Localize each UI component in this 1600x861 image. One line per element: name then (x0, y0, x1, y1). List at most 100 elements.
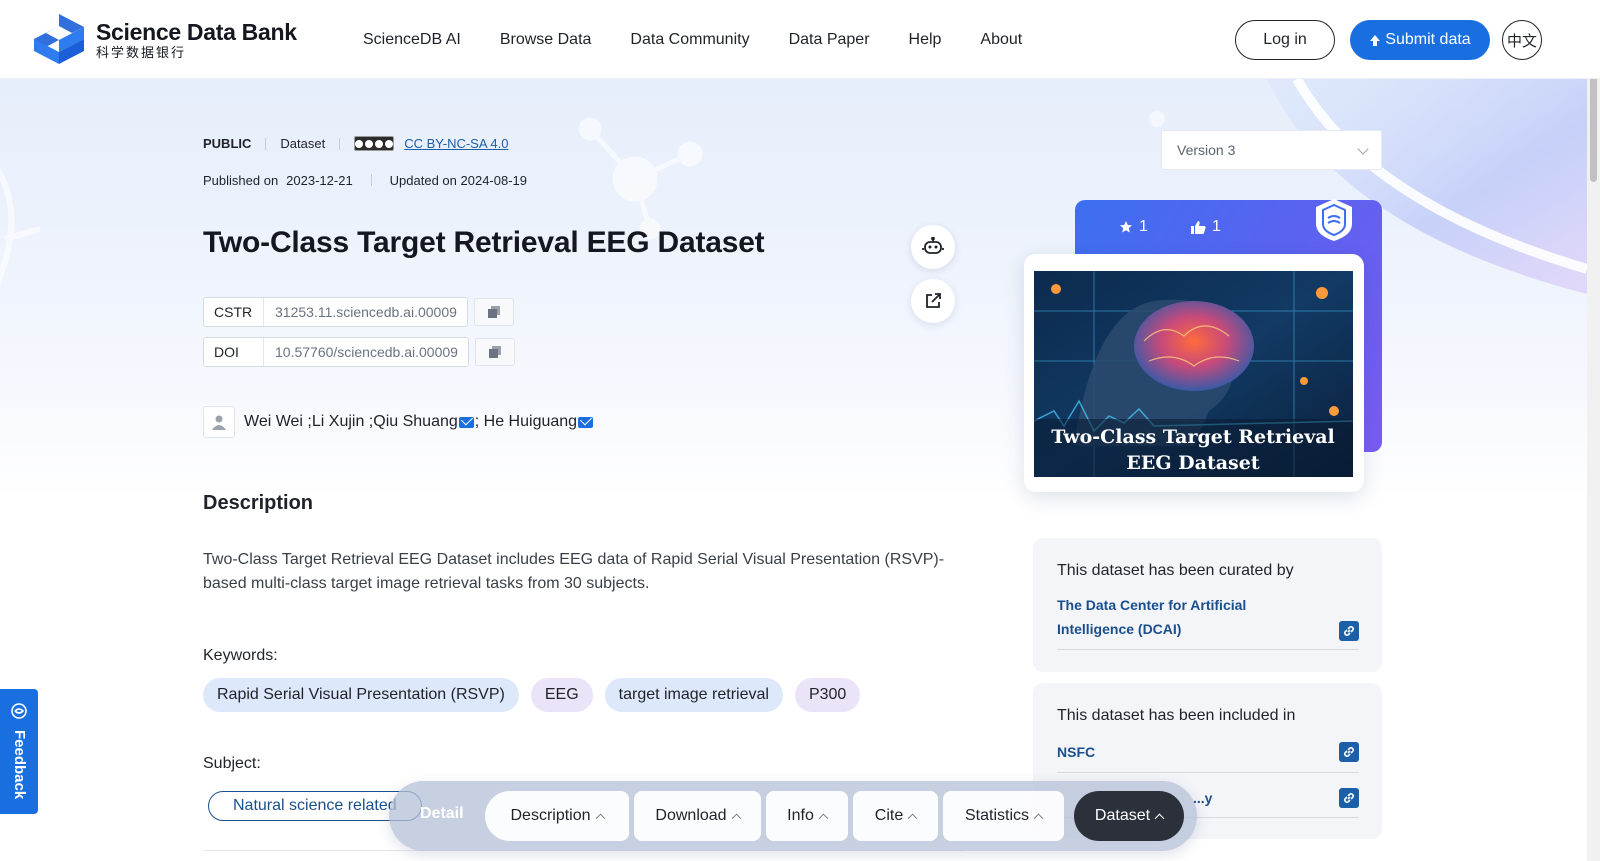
link-icon[interactable] (1339, 788, 1359, 808)
thumbs-up-icon (1191, 221, 1206, 234)
tab-dataset[interactable]: Dataset (1074, 791, 1184, 841)
dna-decoration (0, 168, 41, 285)
cstr-label: CSTR (204, 298, 264, 326)
cc-license-icon (354, 136, 395, 151)
tab-download[interactable]: Download (634, 791, 761, 841)
included-link-nsfc[interactable]: NSFC (1057, 740, 1095, 764)
curated-by-card: This dataset has been curated by The Dat… (1033, 538, 1382, 672)
copy-doi-button[interactable] (474, 338, 515, 366)
nav-data-paper[interactable]: Data Paper (789, 31, 870, 49)
author-name[interactable]: ; He Huiguang (475, 413, 577, 431)
author-name[interactable]: Qiu Shuang (373, 413, 458, 431)
link-icon[interactable] (1339, 742, 1359, 762)
curator-link[interactable]: The Data Center for Artificial Intellige… (1057, 593, 1327, 641)
star-count[interactable]: 1 (1119, 218, 1148, 236)
nav-about[interactable]: About (980, 31, 1022, 49)
copy-cstr-button[interactable] (473, 298, 514, 326)
feedback-icon (11, 703, 27, 719)
divider (1057, 772, 1359, 773)
submit-data-button[interactable]: Submit data (1350, 20, 1490, 60)
tab-label: Cite (874, 807, 904, 824)
like-count[interactable]: 1 (1191, 218, 1221, 236)
author-list: Wei Wei ; Li Xujin ; Qiu Shuang ; He Hui… (203, 406, 594, 438)
visibility-label: PUBLIC (203, 136, 252, 151)
dataset-cover-image[interactable]: Two-Class Target Retrieval EEG Dataset (1034, 271, 1353, 477)
tab-label: Download (655, 807, 727, 824)
published-date: 2023-12-21 (286, 173, 353, 188)
curated-heading: This dataset has been curated by (1057, 562, 1294, 579)
chevron-up-icon (1154, 813, 1165, 823)
main-nav: ScienceDB AI Browse Data Data Community … (363, 0, 1022, 79)
copy-icon (488, 346, 501, 358)
cover-caption-line-2: EEG Dataset (1126, 452, 1259, 474)
tab-label: Description (510, 807, 591, 824)
keywords-label: Keywords: (203, 647, 278, 664)
divider (339, 137, 341, 150)
chevron-up-icon (907, 813, 918, 823)
site-header: Science Data Bank 科学数据银行 ScienceDB AI Br… (0, 0, 1600, 79)
nav-sciencedb-ai[interactable]: ScienceDB AI (363, 31, 461, 49)
page-scrollbar[interactable] (1587, 0, 1600, 861)
tab-description[interactable]: Description (485, 791, 629, 841)
chevron-up-icon (1033, 813, 1044, 823)
nav-browse-data[interactable]: Browse Data (500, 31, 592, 49)
author-avatar (203, 406, 235, 438)
tab-statistics[interactable]: Statistics (943, 791, 1064, 841)
keyword-list: Rapid Serial Visual Presentation (RSVP) … (203, 678, 861, 712)
email-icon[interactable] (578, 416, 594, 428)
keyword-chip[interactable]: P300 (794, 678, 861, 712)
chevron-up-icon (595, 813, 605, 823)
ai-assistant-button[interactable] (911, 225, 955, 269)
author-name[interactable]: Li Xujin ; (312, 413, 373, 431)
submit-data-label: Submit data (1385, 31, 1471, 48)
cstr-field: CSTR 31253.11.sciencedb.ai.00009 (203, 297, 468, 327)
link-icon[interactable] (1339, 621, 1359, 641)
updated-date: Updated on 2024-08-19 (389, 173, 528, 188)
dataset-meta: PUBLIC Dataset CC BY-NC-SA 4.0 (203, 136, 508, 151)
section-nav-title: Detail (420, 805, 464, 822)
site-logo[interactable]: Science Data Bank 科学数据银行 (30, 12, 297, 68)
dataset-title: Two-Class Target Retrieval EEG Dataset (203, 226, 765, 259)
share-button[interactable] (911, 279, 955, 323)
cstr-value: 31253.11.sciencedb.ai.00009 (275, 304, 457, 320)
like-count-value: 1 (1212, 218, 1221, 235)
included-heading: This dataset has been included in (1057, 707, 1296, 724)
robot-icon (922, 237, 944, 254)
license-link[interactable]: CC BY-NC-SA 4.0 (404, 136, 508, 151)
author-name[interactable]: Wei Wei ; (244, 413, 312, 431)
tab-info[interactable]: Info (766, 791, 848, 841)
chevron-up-icon (731, 813, 742, 823)
published-label: Published on (203, 173, 279, 188)
keyword-chip[interactable]: target image retrieval (604, 678, 783, 712)
doi-row: DOI 10.57760/sciencedb.ai.00009 (203, 337, 515, 367)
login-button[interactable]: Log in (1235, 20, 1335, 60)
version-select[interactable]: Version 3 (1161, 130, 1382, 170)
divider (1057, 649, 1359, 650)
tab-label: Dataset (1094, 807, 1151, 824)
email-icon[interactable] (458, 416, 474, 428)
upload-icon (1370, 34, 1381, 46)
tab-cite[interactable]: Cite (853, 791, 938, 841)
keyword-chip[interactable]: EEG (530, 678, 593, 712)
doi-label: DOI (204, 338, 264, 366)
cover-caption-line-1: Two-Class Target Retrieval (1051, 426, 1335, 448)
external-link-icon (926, 293, 941, 308)
copy-icon (487, 306, 500, 318)
description-heading: Description (203, 492, 314, 514)
version-value: Version 3 (1177, 142, 1236, 158)
doi-field: DOI 10.57760/sciencedb.ai.00009 (203, 337, 469, 367)
tab-label: Info (787, 807, 814, 824)
divider (265, 137, 267, 150)
star-icon (1120, 221, 1132, 233)
chevron-up-icon (818, 813, 829, 823)
nav-data-community[interactable]: Data Community (630, 31, 749, 49)
nav-help[interactable]: Help (909, 31, 942, 49)
feedback-label[interactable]: Feedback (11, 730, 28, 799)
logo-title-cn: 科学数据银行 (96, 45, 187, 60)
certified-badge-icon (1316, 199, 1352, 241)
keyword-chip[interactable]: Rapid Serial Visual Presentation (RSVP) (203, 678, 519, 712)
sciencedb-logo-icon (34, 14, 84, 64)
subject-label: Subject: (203, 755, 261, 772)
divider (370, 174, 372, 186)
language-toggle[interactable]: 中文 (1502, 20, 1542, 60)
